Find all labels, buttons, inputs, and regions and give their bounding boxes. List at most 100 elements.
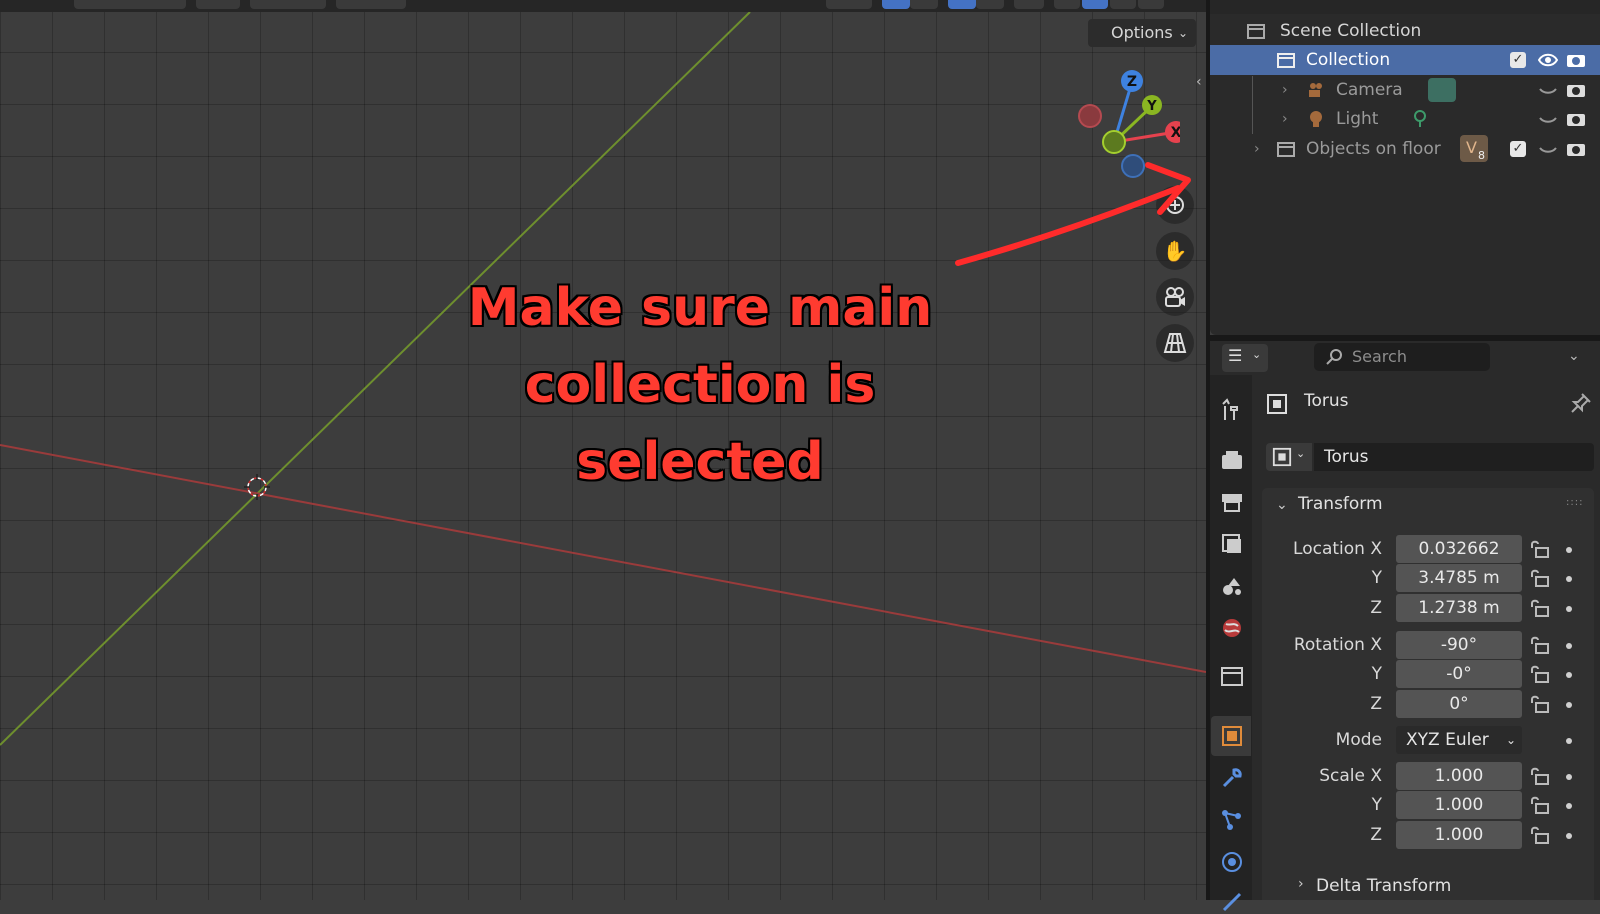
drag-handle-icon[interactable]: ::::: [1566, 497, 1583, 508]
lock-icon[interactable]: [1530, 795, 1550, 815]
navigation-gizmo[interactable]: Z Y X: [1070, 62, 1180, 192]
render-camera-icon[interactable]: [1566, 50, 1586, 70]
light-label: Light: [1336, 109, 1379, 129]
options-dropdown[interactable]: Options ⌄: [1088, 19, 1196, 47]
x-axis-label: X: [1171, 125, 1180, 141]
outliner-row-collection[interactable]: Collection ✓: [1210, 45, 1600, 75]
perspective-toggle-button[interactable]: [1156, 324, 1194, 362]
header-overlay-dropdown[interactable]: [976, 0, 1004, 9]
location-y-field[interactable]: 3.4785 m: [1396, 564, 1522, 592]
rotation-z-field[interactable]: 0°: [1396, 690, 1522, 718]
lock-icon[interactable]: [1530, 694, 1550, 714]
constraints-tab-icon[interactable]: [1220, 890, 1244, 914]
scale-x-field[interactable]: 1.000: [1396, 762, 1522, 790]
search-icon: [1326, 349, 1342, 365]
editor-type-dropdown[interactable]: ☰ ⌄: [1222, 344, 1268, 372]
header-gizmo-button[interactable]: [882, 0, 910, 9]
rotation-z-label: Z: [1370, 694, 1382, 714]
delta-transform-header[interactable]: Delta Transform: [1316, 876, 1451, 896]
shading-solid-button[interactable]: [1082, 0, 1108, 9]
chevron-right-icon[interactable]: ›: [1282, 75, 1288, 105]
location-z-field[interactable]: 1.2738 m: [1396, 594, 1522, 622]
keyframe-dot-icon[interactable]: [1566, 576, 1572, 582]
scale-y-field[interactable]: 1.000: [1396, 791, 1522, 819]
header-pivot-button[interactable]: [250, 0, 326, 9]
rotation-x-field[interactable]: -90°: [1396, 631, 1522, 659]
outliner-panel: Scene Collection Collection ✓ › Camera ›…: [1210, 0, 1600, 335]
keyframe-dot-icon[interactable]: [1566, 833, 1572, 839]
chevron-right-icon[interactable]: ›: [1254, 134, 1260, 164]
chevron-down-icon[interactable]: ⌄: [1568, 348, 1580, 364]
light-data-icon[interactable]: [1410, 109, 1430, 129]
outliner-row-camera[interactable]: › Camera: [1210, 75, 1600, 105]
object-name-field[interactable]: Torus: [1314, 443, 1594, 471]
render-camera-icon[interactable]: [1566, 80, 1586, 100]
render-camera-icon[interactable]: [1566, 139, 1586, 159]
keyframe-dot-icon[interactable]: [1566, 643, 1572, 649]
keyframe-dot-icon[interactable]: [1566, 606, 1572, 612]
outliner-row-light[interactable]: › Light: [1210, 104, 1600, 134]
lock-icon[interactable]: [1530, 598, 1550, 618]
tool-tab-icon[interactable]: [1220, 398, 1244, 422]
lock-icon[interactable]: [1530, 635, 1550, 655]
shading-rendered-button[interactable]: [1138, 0, 1164, 9]
rotation-y-field[interactable]: -0°: [1396, 660, 1522, 688]
eye-closed-icon[interactable]: [1538, 139, 1558, 159]
zoom-button[interactable]: [1156, 186, 1194, 224]
pin-icon[interactable]: [1570, 392, 1592, 414]
chevron-down-icon[interactable]: ⌄: [1276, 497, 1288, 513]
keyframe-dot-icon[interactable]: [1566, 547, 1572, 553]
outliner-row-objects-on-floor[interactable]: › Objects on floor V 8 ✓: [1210, 134, 1600, 164]
view-layer-tab-icon[interactable]: [1220, 532, 1244, 556]
eye-icon[interactable]: [1538, 50, 1558, 70]
pan-button[interactable]: ✋: [1156, 232, 1194, 270]
chevron-left-icon[interactable]: ‹: [1196, 74, 1202, 90]
collection-tab-icon[interactable]: [1220, 664, 1244, 688]
header-mode-button[interactable]: [74, 0, 186, 9]
render-tab-icon[interactable]: [1220, 448, 1244, 472]
header-xray-button[interactable]: [1014, 0, 1044, 9]
keyframe-dot-icon[interactable]: [1566, 702, 1572, 708]
shading-material-button[interactable]: [1110, 0, 1136, 9]
world-tab-icon[interactable]: [1220, 616, 1244, 640]
header-gizmo-dropdown[interactable]: [910, 0, 938, 9]
lock-icon[interactable]: [1530, 766, 1550, 786]
modifier-wrench-icon[interactable]: [1220, 766, 1244, 790]
render-camera-icon[interactable]: [1566, 109, 1586, 129]
keyframe-dot-icon[interactable]: [1566, 774, 1572, 780]
header-orientation-button[interactable]: [196, 0, 240, 9]
chevron-right-icon[interactable]: ›: [1282, 104, 1288, 134]
lock-icon[interactable]: [1530, 664, 1550, 684]
keyframe-dot-icon[interactable]: [1566, 803, 1572, 809]
header-overlay-button[interactable]: [948, 0, 976, 9]
scale-z-field[interactable]: 1.000: [1396, 821, 1522, 849]
particles-tab-icon[interactable]: [1220, 808, 1244, 832]
header-visibility-button[interactable]: [826, 0, 872, 9]
camera-view-button[interactable]: [1156, 278, 1194, 316]
output-tab-icon[interactable]: [1220, 490, 1244, 514]
outliner-row-scene-collection[interactable]: Scene Collection: [1210, 16, 1600, 46]
keyframe-dot-icon[interactable]: [1566, 738, 1572, 744]
mesh-children-icon[interactable]: V 8: [1460, 135, 1488, 162]
lock-icon[interactable]: [1530, 825, 1550, 845]
eye-closed-icon[interactable]: [1538, 109, 1558, 129]
shading-wireframe-button[interactable]: [1054, 0, 1080, 9]
exclude-checkbox[interactable]: ✓: [1510, 141, 1526, 157]
transform-panel-title[interactable]: Transform: [1298, 494, 1383, 514]
chevron-right-icon[interactable]: ›: [1298, 876, 1304, 892]
lock-icon[interactable]: [1530, 539, 1550, 559]
scene-tab-icon[interactable]: [1220, 574, 1244, 598]
properties-search-input[interactable]: Search: [1314, 343, 1490, 371]
keyframe-dot-icon[interactable]: [1566, 672, 1572, 678]
rotation-mode-dropdown[interactable]: XYZ Euler ⌄: [1396, 726, 1522, 754]
3d-cursor-icon: [244, 474, 270, 500]
location-x-field[interactable]: 0.032662: [1396, 535, 1522, 563]
camera-data-icon[interactable]: [1428, 78, 1456, 102]
physics-tab-icon[interactable]: [1220, 850, 1244, 874]
datablock-browse-button[interactable]: ⌄: [1266, 443, 1312, 471]
lock-icon[interactable]: [1530, 568, 1550, 588]
eye-closed-icon[interactable]: [1538, 80, 1558, 100]
exclude-checkbox[interactable]: ✓: [1510, 52, 1526, 68]
header-snap-button[interactable]: [336, 0, 406, 9]
object-tab-icon[interactable]: [1220, 724, 1244, 748]
